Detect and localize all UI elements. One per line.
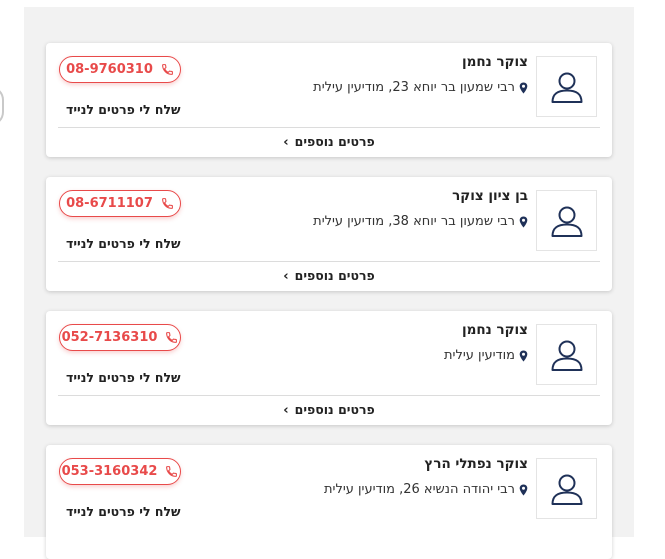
phone-button[interactable]: 053-3160342	[59, 458, 181, 485]
phone-number: 052-7136310	[61, 330, 158, 345]
listing-address: רבי שמעון בר יוחא 38, מודיעין עילית	[313, 214, 528, 229]
phone-number: 08-6711107	[66, 196, 153, 211]
more-details-link[interactable]: ‹ פרטים נוספים	[46, 402, 612, 418]
listing-name[interactable]: צוקר נפתלי הרץ	[424, 456, 528, 472]
user-outline-icon	[551, 72, 582, 103]
avatar	[536, 458, 597, 519]
more-details-label: פרטים נוספים	[294, 402, 375, 417]
phone-icon	[166, 466, 178, 477]
divider	[58, 127, 600, 128]
address-text: רבי שמעון בר יוחא 38, מודיעין עילית	[313, 214, 515, 229]
listing-address: מודיעין עילית	[444, 348, 528, 363]
send-details-link[interactable]: שלח לי פרטים לנייד	[66, 370, 180, 385]
avatar	[536, 190, 597, 251]
listing-card: צוקר נחמן מודיעין עילית 052-7136310 שלח …	[46, 311, 612, 425]
send-details-link[interactable]: שלח לי פרטים לנייד	[66, 236, 180, 251]
user-outline-icon	[551, 474, 582, 505]
listing-address: רבי שמעון בר יוחא 23, מודיעין עילית	[313, 80, 528, 95]
phone-button[interactable]: 08-9760310	[59, 56, 181, 83]
avatar	[536, 324, 597, 385]
phone-icon	[166, 332, 178, 343]
listing-name[interactable]: צוקר נחמן	[462, 54, 528, 70]
divider	[58, 261, 600, 262]
map-pin-icon	[519, 484, 528, 495]
send-details-link[interactable]: שלח לי פרטים לנייד	[66, 504, 180, 519]
map-pin-icon	[519, 216, 528, 227]
more-details-label: פרטים נוספים	[294, 268, 375, 283]
more-details-link[interactable]: ‹ פרטים נוספים	[46, 268, 612, 284]
user-outline-icon	[551, 340, 582, 371]
listing-address: רבי יהודה הנשיא 26, מודיעין עילית	[324, 482, 528, 497]
phone-button[interactable]: 08-6711107	[59, 190, 181, 217]
user-outline-icon	[551, 206, 582, 237]
avatar	[536, 56, 597, 117]
address-text: רבי יהודה הנשיא 26, מודיעין עילית	[324, 482, 515, 497]
chevron-left-icon: ‹	[283, 269, 289, 284]
phone-number: 08-9760310	[66, 62, 153, 77]
address-text: מודיעין עילית	[444, 348, 515, 363]
more-details-link[interactable]: ‹ פרטים נוספים	[46, 134, 612, 150]
phone-number: 053-3160342	[61, 464, 158, 479]
listing-card: צוקר נחמן רבי שמעון בר יוחא 23, מודיעין …	[46, 43, 612, 157]
address-text: רבי שמעון בר יוחא 23, מודיעין עילית	[313, 80, 515, 95]
divider	[58, 395, 600, 396]
more-details-label: פרטים נוספים	[294, 134, 375, 149]
map-pin-icon	[519, 82, 528, 93]
phone-icon	[161, 64, 173, 75]
chevron-left-icon: ‹	[283, 135, 289, 150]
phone-button[interactable]: 052-7136310	[59, 324, 181, 351]
listing-name[interactable]: בן ציון צוקר	[452, 188, 528, 204]
map-pin-icon	[519, 350, 528, 361]
send-details-link[interactable]: שלח לי פרטים לנייד	[66, 102, 180, 117]
phone-icon	[161, 198, 173, 209]
listing-card: צוקר נפתלי הרץ רבי יהודה הנשיא 26, מודיע…	[46, 445, 612, 559]
listing-card: בן ציון צוקר רבי שמעון בר יוחא 38, מודיע…	[46, 177, 612, 291]
chevron-left-icon: ‹	[283, 403, 289, 418]
scroll-handle[interactable]	[0, 86, 4, 126]
listing-name[interactable]: צוקר נחמן	[462, 322, 528, 338]
